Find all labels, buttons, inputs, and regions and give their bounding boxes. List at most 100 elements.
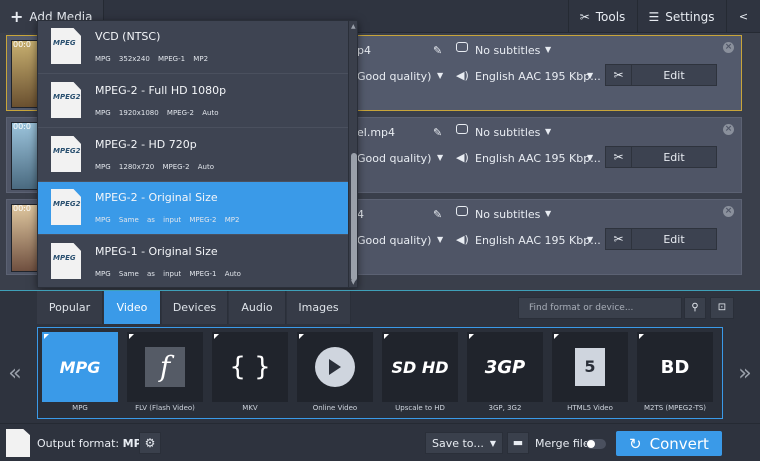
format-label: FLV (Flash Video) xyxy=(135,404,195,412)
device-detect-icon[interactable]: ⊡ xyxy=(710,297,734,319)
chevron-down-icon[interactable]: ▼ xyxy=(437,153,443,162)
gear-icon[interactable]: ⚙ xyxy=(139,432,161,454)
format-tile-html5[interactable]: 5 HTML5 Video xyxy=(550,330,628,418)
save-to-button[interactable]: Save to... ▼ xyxy=(425,432,503,454)
html5-icon: 5 xyxy=(575,348,605,386)
format-tile-flv[interactable]: f FLV (Flash Video) xyxy=(125,330,203,418)
flash-icon: f xyxy=(145,347,185,387)
format-tile-mkv[interactable]: { } MKV xyxy=(210,330,288,418)
scrollbar-thumb[interactable] xyxy=(351,153,357,281)
scissors-icon: ✂ xyxy=(606,147,632,167)
wrench-icon: ✂ xyxy=(579,9,590,24)
chevron-down-icon[interactable]: ▼ xyxy=(545,127,551,136)
edit-button[interactable]: ✂ Edit xyxy=(605,228,717,250)
preset-item[interactable]: MPEG2 MPEG-2 - Full HD 1080p MPG 1920x10… xyxy=(38,75,348,128)
preset-title: MPEG-1 - Original Size xyxy=(95,245,218,258)
preset-item[interactable]: MPEG2 MPEG-2 - HD 720p MPG 1280x720 MPEG… xyxy=(38,129,348,182)
mpeg2-file-icon: MPEG2 xyxy=(51,136,81,172)
mpeg-file-icon: MPEG xyxy=(51,243,81,279)
thumb-duration: 00:0 xyxy=(13,40,31,49)
search-icon[interactable]: ⚲ xyxy=(684,297,706,319)
audio-track-select[interactable]: English AAC 195 Kbp... xyxy=(475,152,601,165)
tab-audio[interactable]: Audio xyxy=(229,291,286,324)
audio-track-select[interactable]: English AAC 195 Kbp... xyxy=(475,70,601,83)
folder-icon[interactable]: ▬ xyxy=(507,432,529,454)
bottom-bar: Output format: MP4 ⚙ Save to... ▼ ▬ Merg… xyxy=(0,423,760,461)
preset-item[interactable]: MPEG MPEG-1 - Original Size MPG Same as … xyxy=(38,236,348,287)
format-label: MKV xyxy=(242,404,258,412)
subtitles-select[interactable]: No subtitles xyxy=(475,126,540,139)
scroll-up-icon[interactable]: ▲ xyxy=(351,23,356,30)
subtitles-select[interactable]: No subtitles xyxy=(475,44,540,57)
tab-video[interactable]: Video xyxy=(104,291,161,324)
dropdown-scrollbar[interactable]: ▲ ▼ xyxy=(348,21,357,287)
format-label: Online Video xyxy=(312,404,358,412)
settings-button[interactable]: ☰ Settings xyxy=(637,0,725,33)
chevron-down-icon[interactable]: ▼ xyxy=(437,235,443,244)
preset-item-selected[interactable]: MPEG2 MPEG-2 - Original Size MPG Same as… xyxy=(38,182,348,235)
format-tile-m2ts[interactable]: BD M2TS (MPEG2-TS) xyxy=(635,330,713,418)
format-search-input[interactable]: Find format or device... xyxy=(518,297,682,319)
convert-button[interactable]: ↻ Convert xyxy=(616,431,722,456)
preset-details: MPG 1920x1080 MPEG-2 Auto xyxy=(95,109,219,117)
close-icon[interactable]: × xyxy=(723,124,734,135)
audio-track-select[interactable]: English AAC 195 Kbp... xyxy=(475,234,601,247)
output-format: Output format: MP4 xyxy=(37,437,149,450)
convert-label: Convert xyxy=(649,434,709,453)
format-tiles: MPG MPG f FLV (Flash Video) { } MKV Onli… xyxy=(37,327,723,419)
speaker-icon: ◀) xyxy=(456,69,469,82)
tab-popular[interactable]: Popular xyxy=(37,291,103,324)
scroll-down-icon[interactable]: ▼ xyxy=(351,279,356,286)
preset-details: MPG 352x240 MPEG-1 MP2 xyxy=(95,55,209,63)
rename-icon[interactable]: ✎ xyxy=(433,126,442,139)
format-tile-mpg[interactable]: MPG MPG xyxy=(40,330,118,418)
quality-select[interactable]: Good quality) xyxy=(357,152,431,165)
settings-label: Settings xyxy=(665,9,715,24)
format-label: 3GP, 3G2 xyxy=(488,404,522,412)
file-name: el.mp4 xyxy=(357,126,396,139)
preset-details: MPG Same as input MPEG-2 MP2 xyxy=(95,216,240,224)
scroll-left-icon[interactable]: « xyxy=(0,327,30,419)
bluray-icon: BD xyxy=(660,356,690,378)
preset-dropdown: MPEG VCD (NTSC) MPG 352x240 MPEG-1 MP2 M… xyxy=(37,20,358,288)
chevron-down-icon[interactable]: ▼ xyxy=(545,209,551,218)
output-format-icon xyxy=(6,429,30,457)
chevron-down-icon[interactable]: ▼ xyxy=(545,45,551,54)
chevron-down-icon[interactable]: ▼ xyxy=(437,71,443,80)
3gp-icon: 3GP xyxy=(484,356,526,378)
tab-devices[interactable]: Devices xyxy=(162,291,228,324)
subtitles-icon xyxy=(456,206,468,216)
format-tile-3gp[interactable]: 3GP 3GP, 3G2 xyxy=(465,330,543,418)
mpg-icon: MPG xyxy=(59,357,101,377)
preset-item[interactable]: MPEG VCD (NTSC) MPG 352x240 MPEG-1 MP2 xyxy=(38,21,348,74)
quality-select[interactable]: Good quality) xyxy=(357,234,431,247)
chevron-down-icon[interactable]: ▼ xyxy=(587,235,593,244)
edit-button[interactable]: ✂ Edit xyxy=(605,64,717,86)
chevron-down-icon[interactable]: ▼ xyxy=(587,71,593,80)
format-panel: Popular Video Devices Audio Images Find … xyxy=(0,290,760,423)
format-tile-online-video[interactable]: Online Video xyxy=(295,330,373,418)
thumb-duration: 00:0 xyxy=(13,122,31,131)
edit-button[interactable]: ✂ Edit xyxy=(605,146,717,168)
format-label: HTML5 Video xyxy=(567,404,613,412)
preset-title: VCD (NTSC) xyxy=(95,30,161,43)
format-label: Upscale to HD xyxy=(395,404,445,412)
mpeg2-file-icon: MPEG2 xyxy=(51,82,81,118)
file-name: p4 xyxy=(357,44,371,57)
rename-icon[interactable]: ✎ xyxy=(433,44,442,57)
merge-files-toggle[interactable] xyxy=(586,439,606,449)
file-name: 4 xyxy=(357,208,364,221)
chevron-down-icon[interactable]: ▼ xyxy=(587,153,593,162)
tab-images[interactable]: Images xyxy=(287,291,351,324)
scissors-icon: ✂ xyxy=(606,65,632,85)
quality-select[interactable]: Good quality) xyxy=(357,70,431,83)
close-icon[interactable]: × xyxy=(723,206,734,217)
close-icon[interactable]: × xyxy=(723,42,734,53)
tools-button[interactable]: ✂ Tools xyxy=(568,0,636,33)
rename-icon[interactable]: ✎ xyxy=(433,208,442,221)
scroll-right-icon[interactable]: » xyxy=(730,327,760,419)
share-button[interactable]: < xyxy=(726,0,760,33)
preset-title: MPEG-2 - Full HD 1080p xyxy=(95,84,227,97)
format-tile-upscale-hd[interactable]: SD HD Upscale to HD xyxy=(380,330,458,418)
subtitles-select[interactable]: No subtitles xyxy=(475,208,540,221)
